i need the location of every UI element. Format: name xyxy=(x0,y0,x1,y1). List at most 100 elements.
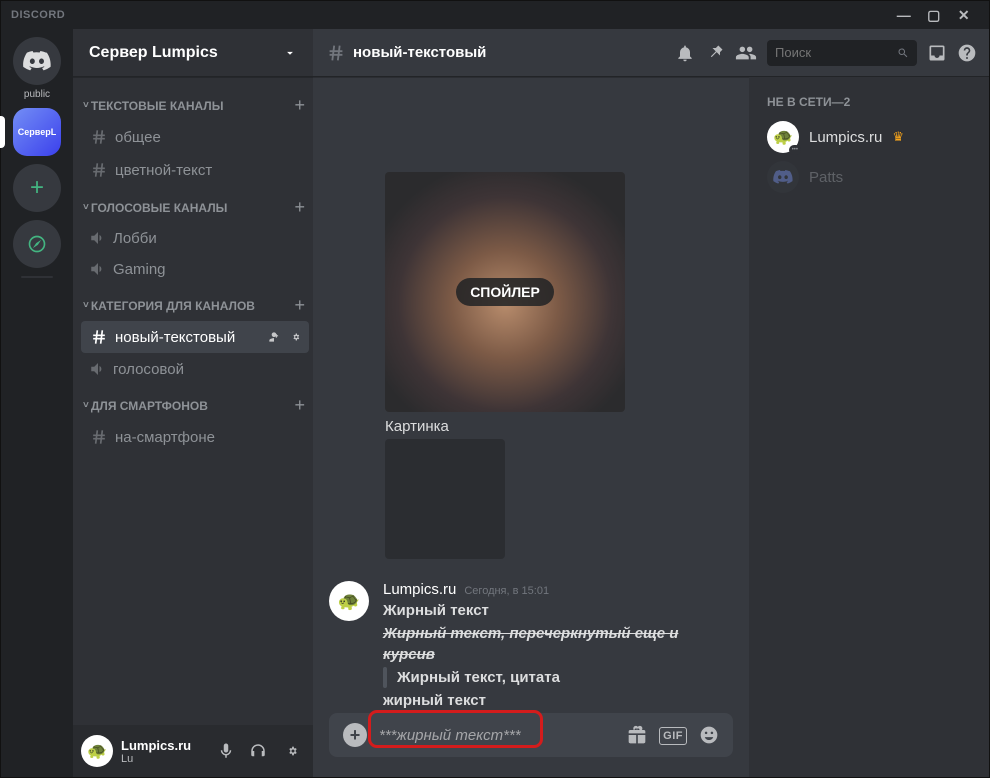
close-button[interactable]: ✕ xyxy=(949,7,979,24)
avatar[interactable]: 🐢 xyxy=(329,581,369,621)
user-avatar[interactable]: 🐢 xyxy=(81,735,113,767)
speaker-icon xyxy=(89,229,107,247)
discord-logo-icon xyxy=(23,51,51,71)
hash-icon xyxy=(89,127,109,147)
category-header[interactable]: ˅ ДЛЯ СМАРТФОНОВ + xyxy=(81,385,309,420)
member-name: Patts xyxy=(809,169,843,186)
message: 🐢 Lumpics.ru Сегодня, в 15:01 Жирный тек… xyxy=(329,579,733,713)
channel-name: новый-текстовый xyxy=(115,329,235,346)
invite-icon[interactable] xyxy=(267,330,281,344)
crown-icon: ♛ xyxy=(892,129,904,145)
attachment-placeholder[interactable] xyxy=(385,439,505,559)
avatar: 🐢••• xyxy=(767,121,799,153)
home-label: public xyxy=(13,89,61,100)
search-box[interactable] xyxy=(767,40,917,66)
member-list: НЕ В СЕТИ—2 🐢••• Lumpics.ru ♛ Patts xyxy=(749,77,989,777)
compass-icon xyxy=(27,234,47,254)
text-channel-selected[interactable]: новый-текстовый xyxy=(81,321,309,353)
channel-name: голосовой xyxy=(113,361,184,378)
message-author[interactable]: Lumpics.ru xyxy=(383,581,456,598)
text-channel[interactable]: общее xyxy=(81,121,309,153)
server-header[interactable]: Сервер Lumpics xyxy=(73,29,313,77)
guild-item-selected[interactable]: СерверL xyxy=(13,108,61,156)
message-text: Картинка xyxy=(385,418,733,435)
message-line: Жирный текст, цитата xyxy=(383,667,733,688)
category-header[interactable]: ˅ ТЕКСТОВЫЕ КАНАЛЫ + xyxy=(81,85,309,120)
add-channel-button[interactable]: + xyxy=(294,295,305,316)
message-list: СПОЙЛЕР Картинка 🐢 Lumpics.ru Сегодня, xyxy=(313,77,749,777)
member-item[interactable]: Patts xyxy=(759,157,979,197)
message-input-box[interactable]: + ***жирный текст*** GIF xyxy=(329,713,733,757)
add-server-button[interactable]: + xyxy=(13,164,61,212)
chevron-down-icon xyxy=(283,46,297,60)
search-input[interactable] xyxy=(775,45,891,60)
brand-label: DISCORD xyxy=(11,9,65,21)
gift-button[interactable] xyxy=(627,725,647,745)
mute-button[interactable] xyxy=(217,742,241,760)
speaker-icon xyxy=(89,260,107,278)
message-line: Жирный текст, перечеркнутый еще и курсив xyxy=(383,623,733,665)
emoji-button[interactable] xyxy=(699,725,719,745)
avatar xyxy=(767,161,799,193)
spoiler-badge: СПОЙЛЕР xyxy=(456,278,554,306)
category-header[interactable]: ˅ ГОЛОСОВЫЕ КАНАЛЫ + xyxy=(81,187,309,222)
category-header[interactable]: ˅ КАТЕГОРИЯ ДЛЯ КАНАЛОВ + xyxy=(81,285,309,320)
channel-name: Лобби xyxy=(113,230,157,247)
chat-header: новый-текстовый xyxy=(313,29,989,77)
hash-icon xyxy=(89,160,109,180)
titlebar: DISCORD — ▢ ✕ xyxy=(1,1,989,29)
spoiler-image[interactable]: СПОЙЛЕР xyxy=(385,172,625,412)
category-name: ГОЛОСОВЫЕ КАНАЛЫ xyxy=(91,201,228,215)
category-name: КАТЕГОРИЯ ДЛЯ КАНАЛОВ xyxy=(91,299,255,313)
hash-icon xyxy=(89,427,109,447)
help-button[interactable] xyxy=(957,43,977,63)
channel-title: новый-текстовый xyxy=(325,42,486,64)
message-timestamp: Сегодня, в 15:01 xyxy=(464,585,549,597)
user-panel: 🐢 Lumpics.ru Lu xyxy=(73,725,313,777)
add-channel-button[interactable]: + xyxy=(294,197,305,218)
notifications-button[interactable] xyxy=(675,43,695,63)
member-group-title: НЕ В СЕТИ—2 xyxy=(759,95,979,117)
message-input-text[interactable]: ***жирный текст*** xyxy=(379,727,615,744)
channel-title-text: новый-текстовый xyxy=(353,44,486,61)
deafen-button[interactable] xyxy=(249,742,273,760)
voice-channel[interactable]: голосовой xyxy=(81,354,309,384)
text-channel[interactable]: цветной-текст xyxy=(81,154,309,186)
chevron-down-icon: ˅ xyxy=(83,202,89,213)
server-name: Сервер Lumpics xyxy=(89,44,218,62)
settings-button[interactable] xyxy=(281,742,305,760)
maximize-button[interactable]: ▢ xyxy=(919,7,949,24)
message-line: Жирный текст xyxy=(383,600,733,621)
explore-servers-button[interactable] xyxy=(13,220,61,268)
attach-button[interactable]: + xyxy=(343,723,367,747)
add-channel-button[interactable]: + xyxy=(294,395,305,416)
search-icon xyxy=(897,46,909,60)
add-channel-button[interactable]: + xyxy=(294,95,305,116)
member-item[interactable]: 🐢••• Lumpics.ru ♛ xyxy=(759,117,979,157)
speaker-icon xyxy=(89,360,107,378)
text-channel[interactable]: на-смартфоне xyxy=(81,421,309,453)
message-line: жирный текст xyxy=(383,690,733,711)
voice-channel[interactable]: Gaming xyxy=(81,254,309,284)
chat-area: новый-текстовый xyxy=(313,29,989,777)
quote-bar xyxy=(383,667,387,688)
channel-sidebar: Сервер Lumpics ˅ ТЕКСТОВЫЕ КАНАЛЫ + обще… xyxy=(73,29,313,777)
user-name: Lumpics.ru xyxy=(121,738,209,753)
chevron-down-icon: ˅ xyxy=(83,300,89,311)
hash-icon xyxy=(89,327,109,347)
user-tag: Lu xyxy=(121,753,209,765)
category-name: ДЛЯ СМАРТФОНОВ xyxy=(91,399,208,413)
gear-icon[interactable] xyxy=(287,330,301,344)
home-button[interactable] xyxy=(13,37,61,85)
member-name: Lumpics.ru xyxy=(809,129,882,146)
pinned-button[interactable] xyxy=(705,43,725,63)
minimize-button[interactable]: — xyxy=(889,7,919,23)
channel-name: на-смартфоне xyxy=(115,429,215,446)
members-button[interactable] xyxy=(735,42,757,64)
gif-button[interactable]: GIF xyxy=(659,726,687,744)
hash-icon xyxy=(325,42,347,64)
chevron-down-icon: ˅ xyxy=(83,400,89,411)
voice-channel[interactable]: Лобби xyxy=(81,223,309,253)
channel-name: общее xyxy=(115,129,161,146)
inbox-button[interactable] xyxy=(927,43,947,63)
